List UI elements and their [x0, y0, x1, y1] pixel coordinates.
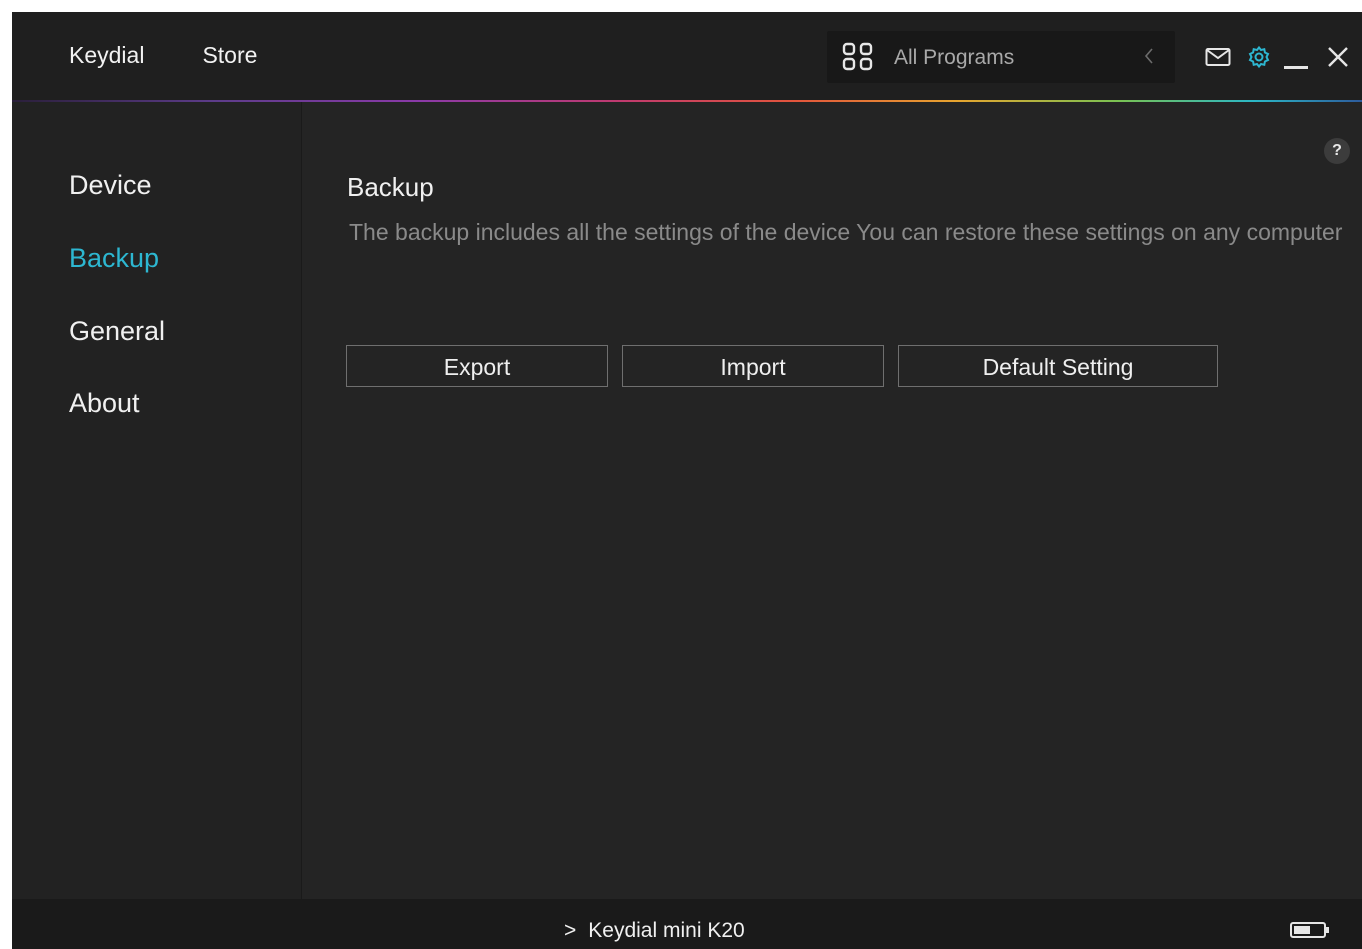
- sidebar-item-general[interactable]: General: [69, 316, 165, 347]
- minimize-icon[interactable]: [1284, 57, 1308, 75]
- grid-icon: [842, 42, 874, 77]
- program-selector[interactable]: All Programs: [827, 31, 1175, 83]
- device-selector[interactable]: > Keydial mini K20: [564, 919, 745, 943]
- sidebar-item-device[interactable]: Device: [69, 170, 152, 201]
- app-window: Keydial Store All Programs Device Backup…: [12, 12, 1362, 949]
- sidebar-item-about[interactable]: About: [69, 388, 140, 419]
- export-button[interactable]: Export: [346, 345, 608, 387]
- top-bar: Keydial Store All Programs: [12, 12, 1362, 100]
- help-icon[interactable]: ?: [1324, 138, 1350, 164]
- device-name: Keydial mini K20: [588, 919, 745, 942]
- top-nav: Keydial Store: [69, 42, 315, 69]
- page-title: Backup: [347, 172, 434, 202]
- page-description: The backup includes all the settings of …: [349, 219, 1343, 245]
- battery-icon: [1290, 921, 1332, 944]
- status-bar: > Keydial mini K20: [12, 899, 1362, 949]
- program-selector-label: All Programs: [894, 46, 1015, 69]
- import-button[interactable]: Import: [622, 345, 884, 387]
- main-panel: ? Backup The backup includes all the set…: [302, 102, 1362, 899]
- nav-store[interactable]: Store: [202, 42, 257, 69]
- close-icon[interactable]: [1327, 46, 1349, 73]
- chevron-right-icon: >: [564, 919, 577, 942]
- sidebar-item-backup[interactable]: Backup: [69, 243, 159, 274]
- default-setting-button[interactable]: Default Setting: [898, 345, 1218, 387]
- back-chevron-icon[interactable]: [1143, 46, 1155, 71]
- mail-icon[interactable]: [1205, 47, 1231, 72]
- nav-keydial[interactable]: Keydial: [69, 42, 144, 69]
- sidebar: Device Backup General About: [12, 102, 302, 899]
- gear-icon[interactable]: [1247, 45, 1271, 74]
